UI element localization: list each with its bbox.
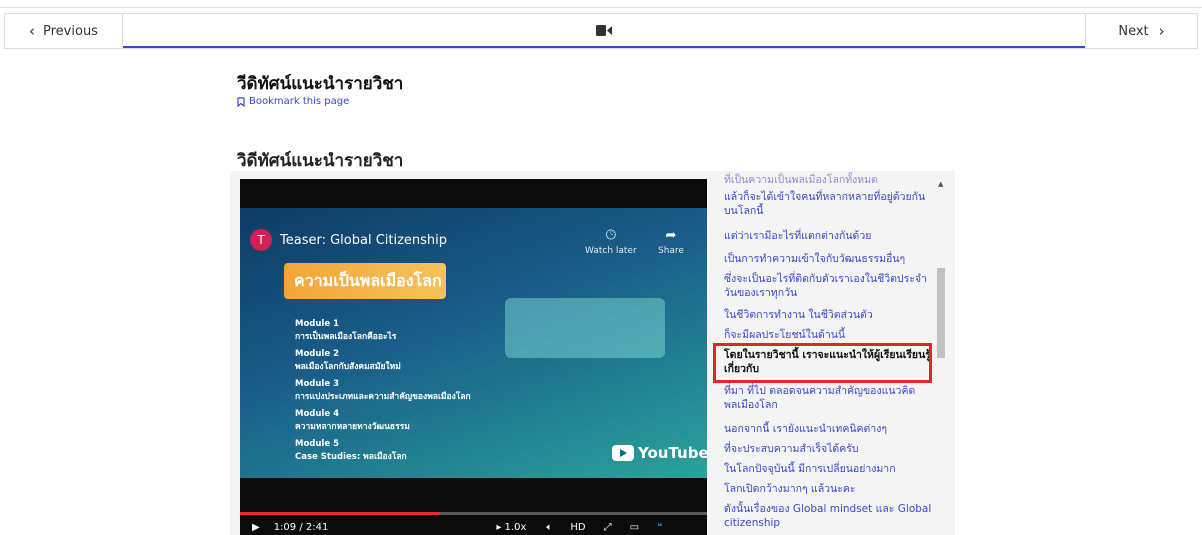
transcript-line[interactable]: ก็จะมีผลประโยชน์ในด้านนี้ (724, 328, 932, 342)
module-item: Module 4 ความหลากหลายทางวัฒนธรรม (295, 409, 471, 433)
player-controls: ▶ 1:09 / 2:41 ▸ 1.0x 🔈︎ HD ⤢ ▭ ❝ (240, 519, 707, 535)
unit-title: วีดิทัศน์แนะนำรายวิชา (237, 74, 404, 94)
transcript-line[interactable]: โลกเปิดกว้างมากๆ แล้วนะคะ (724, 482, 932, 496)
video-player[interactable]: ความเป็นพลเมืองโลก Module 1 การเป็นพลเมื… (240, 179, 707, 535)
module-title: Module 4 (295, 409, 339, 419)
module-list: Module 1 การเป็นพลเมืองโลกคืออะไร Module… (295, 319, 471, 469)
module-subtitle: ความหลากหลายทางวัฒนธรรม (295, 422, 410, 432)
transcript-line[interactable]: ในชีวิตการทำงาน ในชีวิตส่วนตัว (724, 308, 932, 322)
video-title[interactable]: Teaser: Global Citizenship (280, 233, 447, 248)
frame-panel (505, 298, 665, 358)
youtube-play-icon (612, 445, 634, 461)
previous-button[interactable]: ‹ Previous (5, 14, 123, 48)
speed-button[interactable]: ▸ 1.0x (496, 522, 526, 533)
volume-icon[interactable]: 🔈︎ (546, 522, 552, 533)
transcript-line[interactable]: ที่มา ที่ไป ตลอดจนความสำคัญของแนวคิดพลเม… (724, 384, 932, 412)
module-item: Module 2 พลเมืองโลกกับสังคมสมัยใหม่ (295, 349, 471, 373)
captions-icon[interactable]: ▭ (630, 522, 639, 533)
transcript-line[interactable]: แต่ว่าเรามีอะไรที่แตกต่างกันด้วย (724, 229, 932, 243)
banner-text: ความเป็นพลเมืองโลก (294, 271, 442, 290)
transcript-line[interactable]: แล้วก็จะได้เข้าใจคนที่หลากหลายที่อยู่ด้ว… (724, 190, 932, 218)
progress-played (240, 512, 441, 515)
chevron-right-icon: › (1158, 21, 1165, 40)
time-display: 1:09 / 2:41 (273, 521, 329, 533)
player-header: T Teaser: Global Citizenship (250, 229, 447, 251)
transcript-line[interactable]: นอกจากนี้ เรายังแนะนำเทคนิคต่างๆ (724, 422, 932, 436)
play-icon[interactable]: ▶ (252, 522, 260, 533)
video-banner: ความเป็นพลเมืองโลก (284, 263, 446, 299)
clock-icon: 🕒︎ (605, 228, 616, 243)
watch-later-button[interactable]: 🕒︎ Watch later (585, 229, 637, 256)
chevron-left-icon: ‹ (29, 21, 36, 40)
module-title: Module 5 (295, 439, 339, 449)
module-subtitle: Case Studies: พลเมืองโลก (295, 452, 407, 462)
module-title: Module 3 (295, 379, 339, 389)
transcript-toggle-icon[interactable]: ❝ (657, 522, 662, 533)
share-icon: ➦ (665, 228, 677, 243)
module-subtitle: การเป็นพลเมืองโลกคืออะไร (295, 332, 397, 342)
channel-avatar[interactable]: T (250, 229, 272, 251)
transcript-line[interactable]: ซึ่งจะเป็นอะไรที่ติดกับตัวเราเองในชีวิตป… (724, 272, 932, 300)
scroll-up-icon[interactable]: ▲ (938, 180, 943, 188)
transcript-line[interactable]: ที่เป็นความเป็นพลเมืองโลกทั้งหมด (724, 173, 932, 187)
module-item: Module 1 การเป็นพลเมืองโลกคืออะไร (295, 319, 471, 343)
scrollbar-thumb[interactable] (937, 268, 945, 358)
previous-label: Previous (43, 23, 98, 39)
top-border (0, 0, 1202, 8)
module-subtitle: พลเมืองโลกกับสังคมสมัยใหม่ (295, 362, 401, 372)
fullscreen-icon[interactable]: ⤢ (604, 522, 612, 533)
youtube-logo[interactable]: YouTube (612, 444, 707, 462)
transcript-scrollbar[interactable]: ▲ (937, 180, 945, 535)
module-subtitle: การแปงประเภทและความสำคัญของพลเมืองโลก (295, 392, 471, 402)
share-label: Share (658, 246, 684, 256)
bookmark-button[interactable]: Bookmark this page (237, 96, 349, 107)
progress-bar[interactable] (240, 512, 707, 515)
sequence-navigation: ‹ Previous Next › (4, 13, 1198, 49)
bookmark-icon (237, 96, 245, 107)
youtube-label: YouTube (638, 444, 707, 462)
video-heading: วิดีทัศน์แนะนำรายวิชา (237, 151, 404, 171)
next-label: Next (1118, 23, 1149, 39)
speed-label: 1.0x (504, 521, 527, 533)
bookmark-label: Bookmark this page (249, 96, 350, 107)
watch-later-label: Watch later (585, 246, 637, 256)
highlight-box (713, 343, 932, 383)
tab-video[interactable] (123, 14, 1085, 48)
module-item: Module 3 การแปงประเภทและความสำคัญของพลเม… (295, 379, 471, 403)
transcript-line[interactable]: เป็นการทำความเข้าใจกับวัฒนธรรมอื่นๆ (724, 252, 932, 266)
module-title: Module 2 (295, 349, 339, 359)
module-title: Module 1 (295, 319, 339, 329)
next-button[interactable]: Next › (1085, 14, 1197, 48)
transcript-line[interactable]: ในโลกปัจจุบันนี้ มีการเปลี่ยนอย่างมาก (724, 462, 932, 476)
speed-icon: ▸ (496, 521, 505, 533)
video-camera-icon (596, 24, 612, 36)
transcript-line[interactable]: ดังนั้นเรื่องของ Global mindset และ Glob… (724, 502, 932, 530)
share-button[interactable]: ➦ Share (658, 229, 684, 256)
module-item: Module 5 Case Studies: พลเมืองโลก (295, 439, 471, 463)
transcript-line[interactable]: ที่จะประสบความสำเร็จได้ครับ (724, 442, 932, 456)
hd-button[interactable]: HD (570, 522, 585, 533)
